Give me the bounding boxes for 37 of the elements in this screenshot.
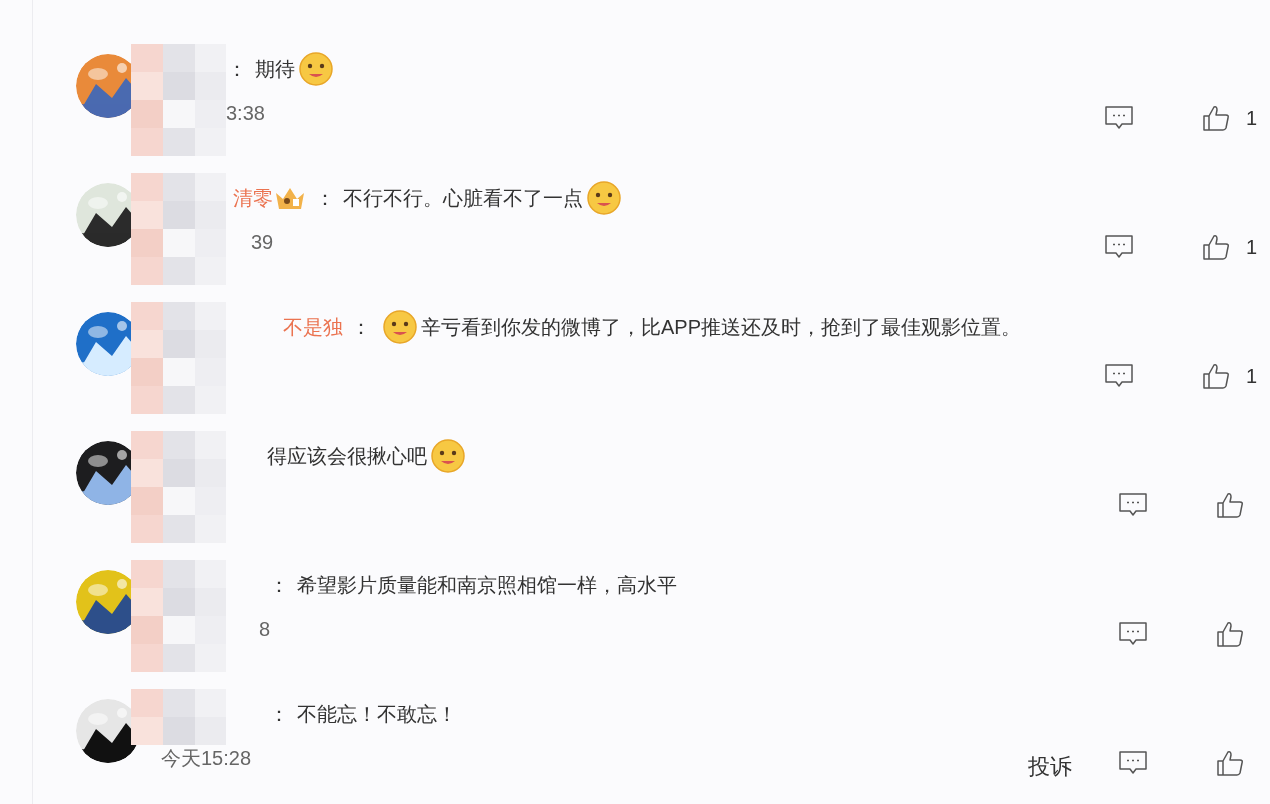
thumbs-up-icon[interactable] <box>1202 104 1230 132</box>
comment-text: 期待 <box>255 57 295 82</box>
report-link[interactable]: 投诉 <box>1028 749 1072 783</box>
comment-icon[interactable] <box>1118 750 1148 776</box>
thumbs-up-icon[interactable] <box>1202 233 1230 261</box>
user-name[interactable]: 清零 <box>233 183 273 213</box>
emoji-icon <box>586 180 622 216</box>
comment-time: 今天15:28 <box>161 746 252 771</box>
colon-text: ： <box>269 702 289 727</box>
thumbs-up-icon[interactable] <box>1202 362 1230 390</box>
emoji-icon <box>430 438 466 474</box>
colon-text: ： <box>351 315 371 340</box>
thumbs-up-icon[interactable] <box>1216 749 1244 777</box>
comment-text: 得应该会很揪心吧 <box>267 444 427 469</box>
emoji-icon <box>298 51 334 87</box>
comment-time: 8 <box>259 617 271 642</box>
comment-text: 不能忘！不敢忘！ <box>297 702 457 727</box>
comment-icon[interactable] <box>1104 234 1134 260</box>
thumbs-up-icon[interactable] <box>1216 620 1244 648</box>
emoji-icon <box>382 309 418 345</box>
comment-text: 希望影片质量能和南京照相馆一样，高水平 <box>297 573 677 598</box>
like-count: 1 <box>1246 364 1256 389</box>
colon-text: ： <box>315 186 335 211</box>
comment-icon[interactable] <box>1104 363 1134 389</box>
comment-text: 辛亏看到你发的微博了，比APP推送还及时，抢到了最佳观影位置。 <box>421 315 1022 340</box>
comment-icon[interactable] <box>1118 492 1148 518</box>
comment-time: 39 <box>251 230 274 255</box>
like-count: 1 <box>1246 235 1256 260</box>
comment-text: 不行不行。心脏看不了一点 <box>343 186 583 211</box>
comment-icon[interactable] <box>1118 621 1148 647</box>
like-count: 1 <box>1246 106 1256 131</box>
colon-text: ： <box>269 573 289 598</box>
comment-time: 3:38 <box>226 101 265 126</box>
comment-icon[interactable] <box>1104 105 1134 131</box>
user-name[interactable]: 不是独 <box>283 312 343 342</box>
thumbs-up-icon[interactable] <box>1216 491 1244 519</box>
colon-text: ： <box>227 57 247 82</box>
